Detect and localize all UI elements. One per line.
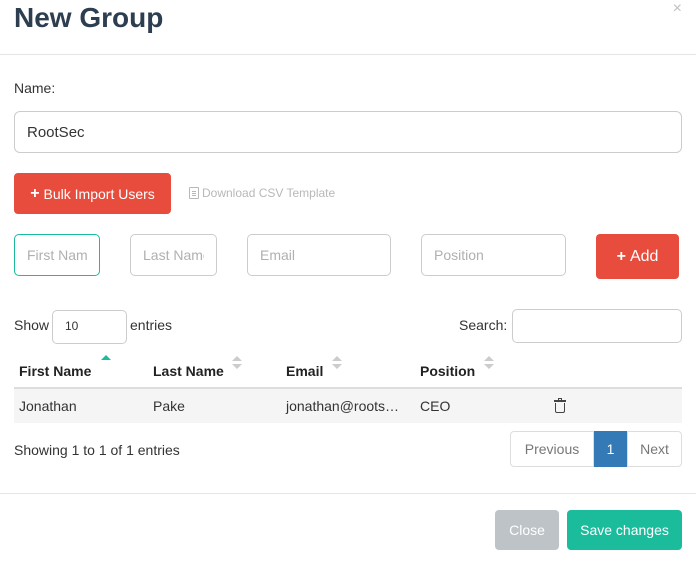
- file-icon: [189, 187, 199, 199]
- cell-first-name: Jonathan: [19, 398, 77, 414]
- footer-divider: [0, 493, 696, 494]
- entries-label: entries: [130, 317, 173, 333]
- plus-icon: +: [616, 247, 626, 265]
- bulk-import-label: Bulk Import Users: [43, 185, 155, 202]
- email-input[interactable]: [247, 234, 391, 276]
- add-user-button[interactable]: + Add: [596, 234, 679, 279]
- cell-email: jonathan@roots…: [286, 398, 400, 414]
- show-label: Show: [14, 317, 50, 333]
- column-header-first-name[interactable]: First Name: [19, 363, 91, 379]
- next-page-button[interactable]: Next: [627, 431, 682, 467]
- download-csv-label: Download CSV Template: [202, 186, 336, 200]
- save-changes-button[interactable]: Save changes: [567, 510, 682, 550]
- modal-header: New Group ×: [0, 0, 696, 55]
- bulk-import-button[interactable]: + Bulk Import Users: [14, 173, 171, 214]
- modal-title: New Group: [14, 2, 164, 33]
- column-header-last-name[interactable]: Last Name: [153, 363, 224, 379]
- trash-icon[interactable]: [554, 398, 566, 413]
- column-header-email[interactable]: Email: [286, 363, 323, 379]
- first-name-input[interactable]: [14, 234, 100, 276]
- cell-position: CEO: [420, 398, 451, 414]
- search-label: Search:: [459, 317, 508, 333]
- previous-page-button[interactable]: Previous: [510, 431, 594, 467]
- pagination: Previous 1 Next: [510, 431, 682, 467]
- page-size-select[interactable]: 10: [52, 310, 127, 344]
- table-info: Showing 1 to 1 of 1 entries: [14, 442, 180, 458]
- name-label: Name:: [14, 80, 56, 96]
- search-input[interactable]: [512, 309, 682, 343]
- sort-asc-icon[interactable]: [101, 355, 111, 360]
- page-1-button[interactable]: 1: [594, 431, 627, 467]
- sort-icon[interactable]: [332, 356, 342, 372]
- close-button[interactable]: Close: [495, 510, 559, 550]
- sort-icon[interactable]: [484, 356, 494, 372]
- column-header-position[interactable]: Position: [420, 363, 475, 379]
- add-label: Add: [629, 247, 659, 265]
- group-name-input[interactable]: [14, 111, 682, 153]
- sort-icon[interactable]: [232, 356, 242, 372]
- last-name-input[interactable]: [130, 234, 217, 276]
- cell-last-name: Pake: [153, 398, 185, 414]
- plus-icon: +: [30, 184, 40, 202]
- download-csv-link[interactable]: Download CSV Template: [189, 186, 335, 200]
- position-input[interactable]: [421, 234, 566, 276]
- close-icon[interactable]: ×: [673, 0, 682, 18]
